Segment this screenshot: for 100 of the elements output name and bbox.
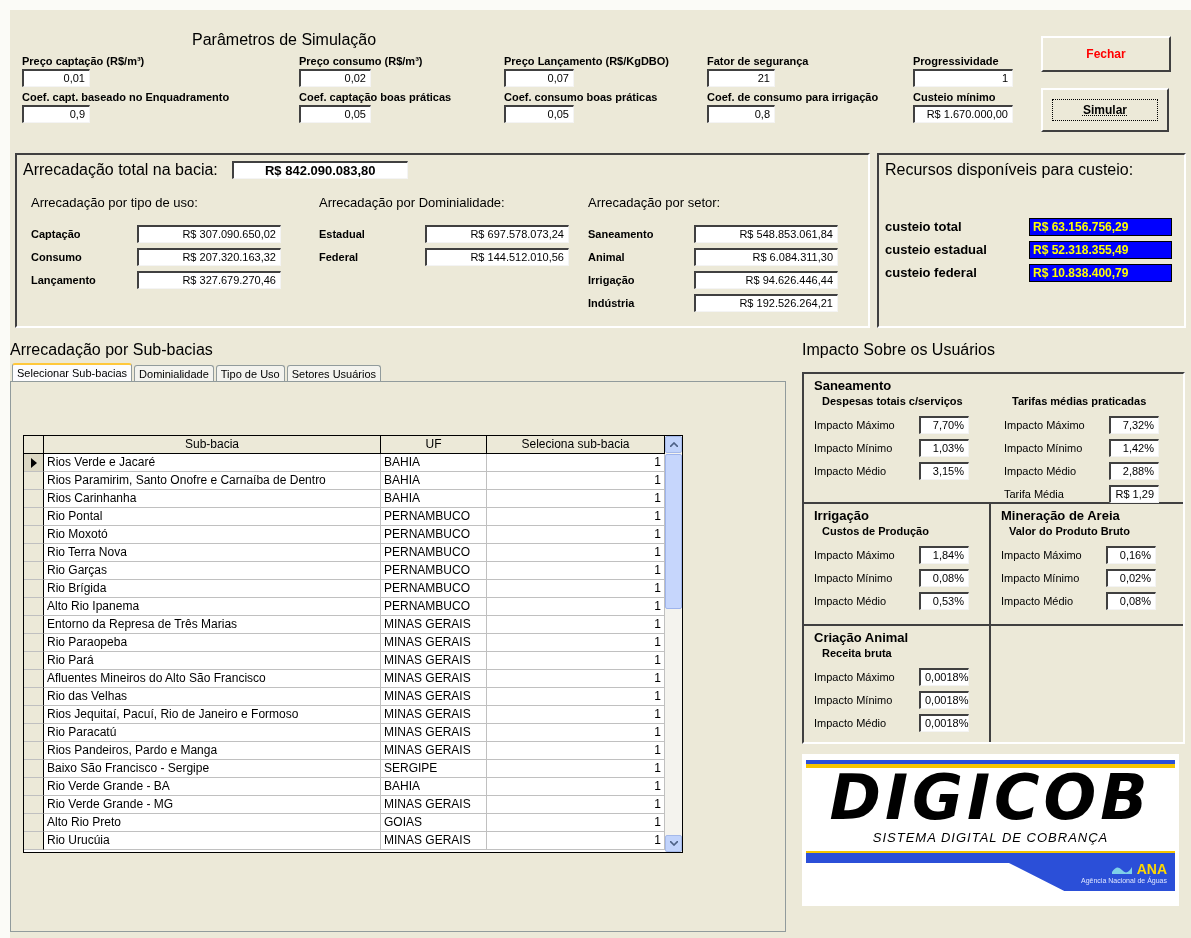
row-selector[interactable] <box>24 454 44 472</box>
tab[interactable]: Setores Usuários <box>286 365 382 381</box>
resource-value: R$ 63.156.756,29 <box>1029 217 1172 236</box>
value-field[interactable]: 0,05 <box>504 105 574 123</box>
table-cell: 1 <box>487 724 665 742</box>
row-selector[interactable] <box>24 490 44 508</box>
value-field[interactable]: R$ 307.090.650,02 <box>137 224 281 243</box>
value-field[interactable]: 0,0018% <box>919 690 969 709</box>
group-title: Tarifas médias praticadas <box>1012 395 1148 407</box>
scrollbar[interactable] <box>665 436 682 852</box>
value-field[interactable]: R$ 548.853.061,84 <box>694 224 838 243</box>
resource-value: R$ 10.838.400,79 <box>1029 263 1172 282</box>
row-selector[interactable] <box>24 526 44 544</box>
value-field[interactable]: R$ 6.084.311,30 <box>694 247 838 266</box>
section-title: Parâmetros de Simulação <box>192 31 378 50</box>
row-selector[interactable] <box>24 472 44 490</box>
column-header[interactable]: UF <box>381 436 487 454</box>
scroll-thumb[interactable] <box>665 454 682 609</box>
chevron-down-icon <box>669 841 678 846</box>
table-cell: BAHIA <box>381 454 487 472</box>
value-field[interactable]: 0,0018% <box>919 667 969 686</box>
tab[interactable]: Selecionar Sub-bacias <box>12 363 133 381</box>
row-selector[interactable] <box>24 562 44 580</box>
table-cell: Rio Moxotó <box>44 526 381 544</box>
table-cell: Rio Verde Grande - BA <box>44 778 381 796</box>
row-selector[interactable] <box>24 598 44 616</box>
simulate-button[interactable]: Simular <box>1041 88 1169 132</box>
value-field[interactable]: 0,02% <box>1106 568 1156 587</box>
value-field[interactable]: 1,84% <box>919 545 969 564</box>
row-selector[interactable] <box>24 778 44 796</box>
total-label: Arrecadação total na bacia: <box>23 161 218 179</box>
table-cell: GOIAS <box>381 814 487 832</box>
row-selector[interactable] <box>24 814 44 832</box>
table-cell: MINAS GERAIS <box>381 796 487 814</box>
row-label: Animal <box>588 250 626 263</box>
row-selector[interactable] <box>24 706 44 724</box>
table-cell: PERNAMBUCO <box>381 580 487 598</box>
scroll-down-button[interactable] <box>665 835 682 852</box>
row-selector[interactable] <box>24 580 44 598</box>
resources-title: Recursos disponíveis para custeio: <box>885 161 1134 178</box>
value-field[interactable]: 0,01 <box>22 69 90 87</box>
table-cell: MINAS GERAIS <box>381 832 487 850</box>
table-cell: 1 <box>487 652 665 670</box>
field-label: Progressividade <box>913 55 1000 67</box>
value-field[interactable]: R$ 327.679.270,46 <box>137 270 281 289</box>
table-cell: Rio Pontal <box>44 508 381 526</box>
value-field[interactable]: 7,70% <box>919 415 969 434</box>
row-label: Impacto Médio <box>1004 464 1078 477</box>
value-field[interactable]: R$ 697.578.073,24 <box>425 224 569 243</box>
column-header[interactable]: Seleciona sub-bacia <box>487 436 665 454</box>
row-selector[interactable] <box>24 688 44 706</box>
value-field[interactable]: 0,16% <box>1106 545 1156 564</box>
grid-corner[interactable] <box>24 436 44 454</box>
value-field[interactable]: R$ 1.670.000,00 <box>913 105 1013 123</box>
row-selector[interactable] <box>24 832 44 850</box>
row-selector[interactable] <box>24 760 44 778</box>
value-field[interactable]: 2,88% <box>1109 461 1159 480</box>
value-field[interactable]: R$ 192.526.264,21 <box>694 293 838 312</box>
value-field[interactable]: R$ 1,29 <box>1109 484 1159 503</box>
value-field[interactable]: 0,02 <box>299 69 371 87</box>
value-field[interactable]: 0,8 <box>707 105 775 123</box>
table-cell: Rios Paramirim, Santo Onofre e Carnaíba de Dentro <box>44 472 381 490</box>
resource-label: custeio estadual <box>885 242 988 257</box>
value-field[interactable]: 1 <box>913 69 1013 87</box>
scroll-up-button[interactable] <box>665 436 682 453</box>
field-label: Custeio mínimo <box>913 91 997 103</box>
tab[interactable]: Dominialidade <box>134 365 214 381</box>
value-field[interactable]: R$ 94.626.446,44 <box>694 270 838 289</box>
row-selector[interactable] <box>24 724 44 742</box>
value-field[interactable]: 7,32% <box>1109 415 1159 434</box>
value-field[interactable]: R$ 842.090.083,80 <box>231 161 408 179</box>
value-field[interactable]: 1,03% <box>919 438 969 457</box>
row-selector[interactable] <box>24 796 44 814</box>
impact-title: Saneamento <box>814 378 893 393</box>
value-field[interactable]: 0,08% <box>1106 591 1156 610</box>
tab[interactable]: Tipo de Uso <box>215 365 285 381</box>
row-label: Estadual <box>319 227 366 240</box>
field-label: Coef. captação boas práticas <box>299 91 453 103</box>
row-selector[interactable] <box>24 634 44 652</box>
value-field[interactable]: R$ 207.320.163,32 <box>137 247 281 266</box>
value-field[interactable]: 21 <box>707 69 775 87</box>
value-field[interactable]: R$ 144.512.010,56 <box>425 247 569 266</box>
value-field[interactable]: 0,0018% <box>919 713 969 732</box>
value-field[interactable]: 3,15% <box>919 461 969 480</box>
value-field[interactable]: 0,53% <box>919 591 969 610</box>
row-selector[interactable] <box>24 544 44 562</box>
column-header[interactable]: Sub-bacia <box>44 436 381 454</box>
value-field[interactable]: 0,08% <box>919 568 969 587</box>
value-field[interactable]: 0,9 <box>22 105 90 123</box>
value-field[interactable]: 0,05 <box>299 105 371 123</box>
row-selector[interactable] <box>24 742 44 760</box>
value-field[interactable]: 1,42% <box>1109 438 1159 457</box>
row-selector[interactable] <box>24 670 44 688</box>
table-cell: Rio Paracatú <box>44 724 381 742</box>
logo-title: DIGICOB <box>829 768 1152 828</box>
row-selector[interactable] <box>24 616 44 634</box>
value-field[interactable]: 0,07 <box>504 69 574 87</box>
table-cell: MINAS GERAIS <box>381 634 487 652</box>
row-selector[interactable] <box>24 508 44 526</box>
row-selector[interactable] <box>24 652 44 670</box>
